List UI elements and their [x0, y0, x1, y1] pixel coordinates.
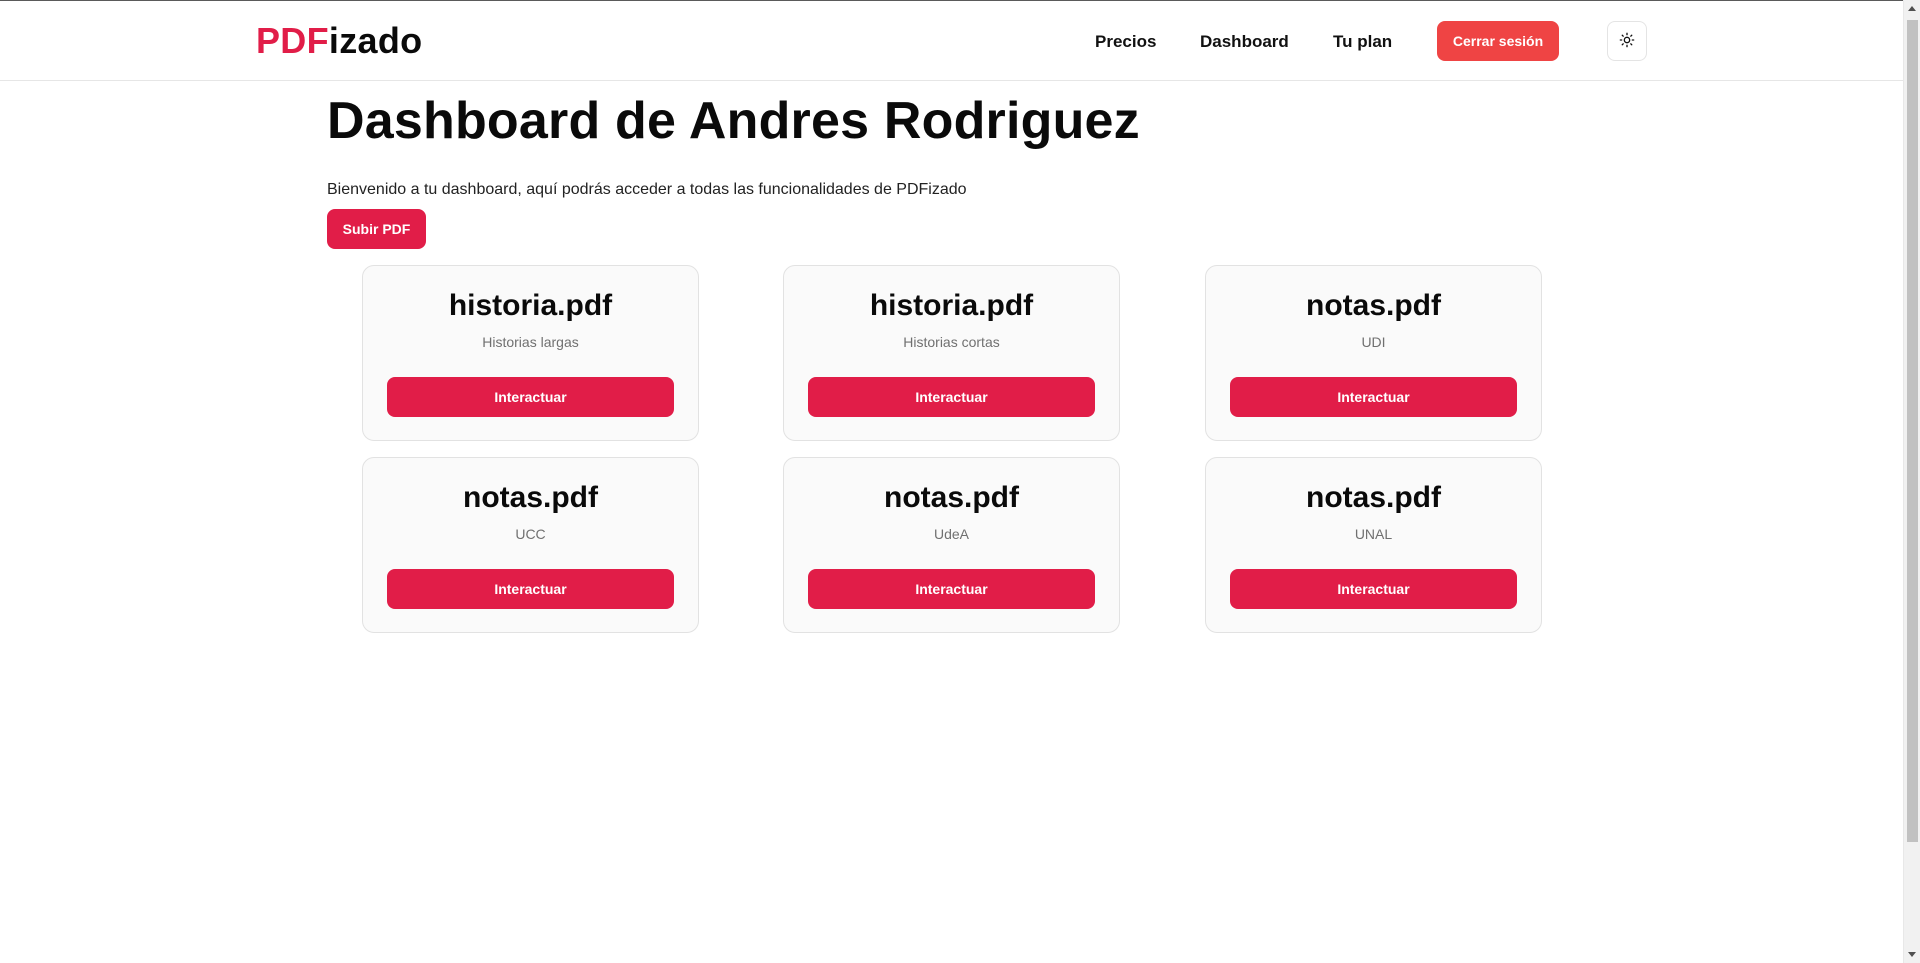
pdf-card: notas.pdf UdeA Interactuar — [783, 457, 1120, 633]
pdf-card-subtitle: UCC — [515, 526, 546, 542]
vertical-scrollbar[interactable] — [1903, 0, 1920, 963]
interact-button[interactable]: Interactuar — [808, 377, 1095, 417]
brand-logo[interactable]: PDFizado — [256, 21, 422, 61]
pdf-card-title: notas.pdf — [1306, 481, 1441, 514]
pdf-card-subtitle: UDI — [1361, 334, 1386, 350]
pdf-card-title: notas.pdf — [1306, 289, 1441, 322]
pdf-card-subtitle: UNAL — [1354, 526, 1393, 542]
sun-icon — [1619, 32, 1635, 51]
interact-button[interactable]: Interactuar — [387, 569, 674, 609]
pdf-card-subtitle: Historias cortas — [903, 334, 1000, 350]
top-navbar: PDFizado Precios Dashboard Tu plan Cerra… — [0, 1, 1903, 81]
scrollbar-thumb[interactable] — [1907, 20, 1918, 842]
nav-link-precios[interactable]: Precios — [1095, 31, 1156, 53]
logo-highlight: PDF — [256, 20, 329, 61]
nav-link-dashboard[interactable]: Dashboard — [1200, 31, 1289, 53]
interact-button[interactable]: Interactuar — [808, 569, 1095, 609]
pdf-card-title: historia.pdf — [448, 289, 613, 322]
pdf-card-subtitle: UdeA — [933, 526, 970, 542]
welcome-text: Bienvenido a tu dashboard, aquí podrás a… — [327, 181, 967, 198]
pdf-card-title: notas.pdf — [463, 481, 598, 514]
pdf-card-subtitle: Historias largas — [482, 334, 579, 350]
pdf-card-title: historia.pdf — [869, 289, 1034, 322]
upload-pdf-button[interactable]: Subir PDF — [327, 209, 426, 249]
interact-button[interactable]: Interactuar — [1230, 377, 1517, 417]
pdf-card: notas.pdf UNAL Interactuar — [1205, 457, 1542, 633]
scroll-down-arrow-icon[interactable] — [1908, 952, 1916, 957]
page-title: Dashboard de Andres Rodriguez — [327, 92, 1140, 150]
pdf-card: notas.pdf UCC Interactuar — [362, 457, 699, 633]
interact-button[interactable]: Interactuar — [1230, 569, 1517, 609]
page: PDFizado Precios Dashboard Tu plan Cerra… — [0, 0, 1920, 963]
pdf-card: historia.pdf Historias cortas Interactua… — [783, 265, 1120, 441]
interact-button[interactable]: Interactuar — [387, 377, 674, 417]
theme-toggle-button[interactable] — [1607, 21, 1647, 61]
logo-rest: izado — [328, 20, 423, 61]
pdf-card-title: notas.pdf — [884, 481, 1019, 514]
pdf-card: notas.pdf UDI Interactuar — [1205, 265, 1542, 441]
pdf-card: historia.pdf Historias largas Interactua… — [362, 265, 699, 441]
logout-button[interactable]: Cerrar sesión — [1437, 21, 1559, 61]
scroll-up-arrow-icon[interactable] — [1908, 6, 1916, 11]
nav-link-plan[interactable]: Tu plan — [1333, 31, 1392, 53]
